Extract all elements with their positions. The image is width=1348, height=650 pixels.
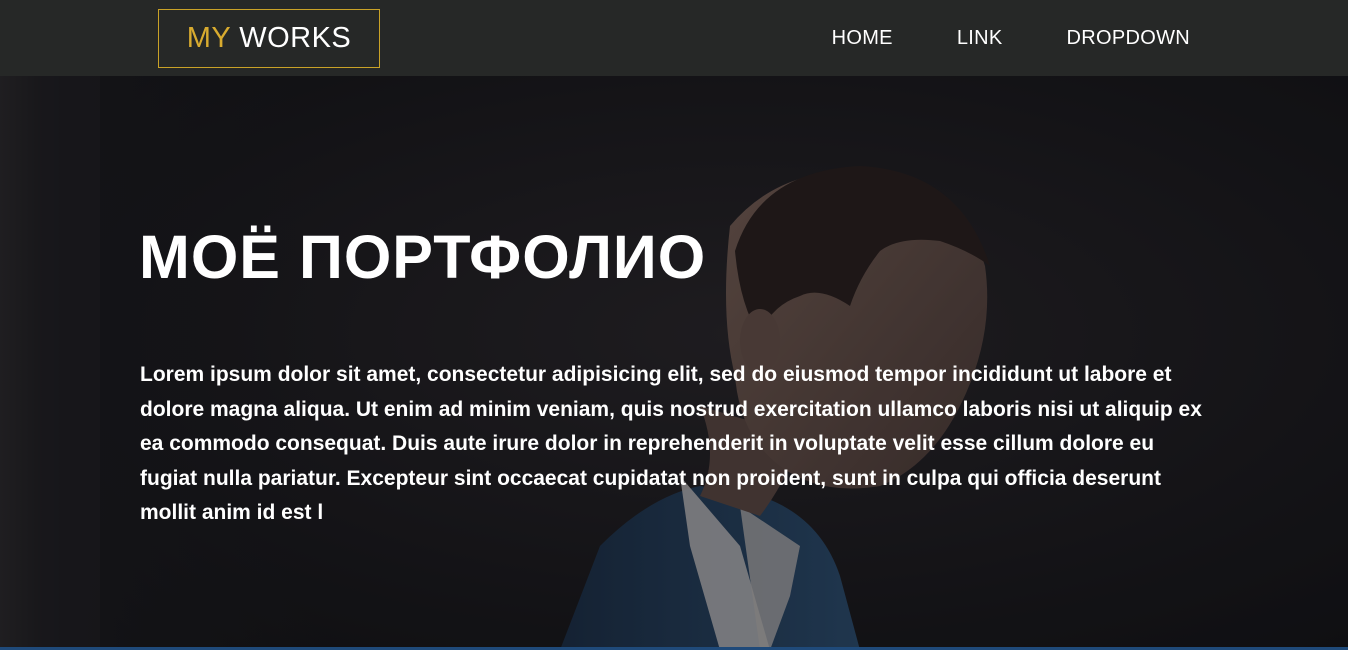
- main-nav: HOME LINK DROPDOWN: [832, 0, 1190, 76]
- hero-title: МОЁ ПОРТФОЛИО: [139, 223, 707, 291]
- hero-description: Lorem ipsum dolor sit amet, consectetur …: [140, 363, 1202, 524]
- brand-main-text: WORKS: [239, 22, 352, 54]
- hero-section: МОЁ ПОРТФОЛИО Lorem ipsum dolor sit amet…: [0, 76, 1348, 650]
- nav-link-dropdown[interactable]: DROPDOWN: [1066, 27, 1190, 50]
- brand-logo[interactable]: MY WORKS: [158, 9, 380, 68]
- navbar: MY WORKS HOME LINK DROPDOWN: [0, 0, 1348, 76]
- brand-accent-text: MY: [186, 22, 232, 54]
- nav-link-home[interactable]: HOME: [832, 27, 893, 50]
- nav-link-link[interactable]: LINK: [957, 27, 1003, 50]
